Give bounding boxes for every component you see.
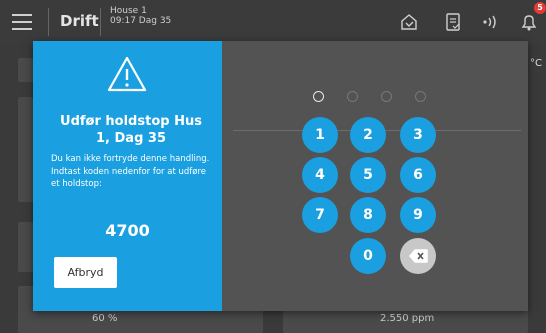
key-1[interactable]: 1 — [302, 117, 338, 153]
signal-icon[interactable] — [480, 12, 502, 32]
backspace-button[interactable] — [400, 238, 436, 274]
key-5[interactable]: 5 — [350, 157, 386, 193]
key-7[interactable]: 7 — [302, 197, 338, 233]
key-2[interactable]: 2 — [350, 117, 386, 153]
dialog-instruction-text: Indtast koden nedenfor for at udføre et … — [51, 166, 206, 190]
pin-dot — [415, 91, 426, 102]
bg-reading-right: 2.550 ppm — [380, 313, 435, 324]
bg-card — [18, 97, 33, 202]
document-icon[interactable] — [442, 12, 464, 32]
confirm-code: 4700 — [105, 221, 150, 240]
divider — [100, 8, 101, 36]
house-icon[interactable] — [398, 12, 420, 32]
pin-dot — [313, 91, 324, 102]
holdstop-dialog: Udfør holdstop Hus 1, Dag 35 Du kan ikke… — [33, 41, 528, 311]
house-name: House 1 — [110, 6, 147, 16]
bg-card — [18, 58, 33, 82]
key-8[interactable]: 8 — [350, 197, 386, 233]
divider — [48, 8, 49, 36]
dialog-warning-text: Du kan ikke fortryde denne handling. — [51, 154, 210, 164]
notification-badge: 5 — [534, 2, 546, 14]
backspace-icon — [409, 249, 428, 263]
warning-icon — [107, 56, 147, 92]
key-3[interactable]: 3 — [400, 117, 436, 153]
key-9[interactable]: 9 — [400, 197, 436, 233]
menu-icon[interactable] — [12, 14, 32, 30]
abort-button[interactable]: Afbryd — [54, 257, 117, 288]
dialog-description: Du kan ikke fortryde denne handling. Ind… — [51, 153, 216, 191]
house-info[interactable]: House 1 09:17 Dag 35 — [110, 6, 171, 26]
dialog-title: Udfør holdstop Hus 1, Dag 35 — [60, 114, 202, 146]
key-4[interactable]: 4 — [302, 157, 338, 193]
pin-dot — [381, 91, 392, 102]
dialog-info-panel: Udfør holdstop Hus 1, Dag 35 Du kan ikke… — [33, 41, 222, 311]
bg-reading-left: 60 % — [92, 313, 118, 324]
key-0[interactable]: 0 — [350, 238, 386, 274]
key-6[interactable]: 6 — [400, 157, 436, 193]
app-title: Drift — [60, 12, 99, 30]
bg-card — [18, 222, 33, 272]
bg-unit: °C — [530, 58, 542, 69]
pin-dot — [347, 91, 358, 102]
top-bar: Drift House 1 09:17 Dag 35 5 — [0, 0, 546, 45]
house-time-day: 09:17 Dag 35 — [110, 16, 172, 26]
bell-icon[interactable] — [518, 12, 540, 32]
